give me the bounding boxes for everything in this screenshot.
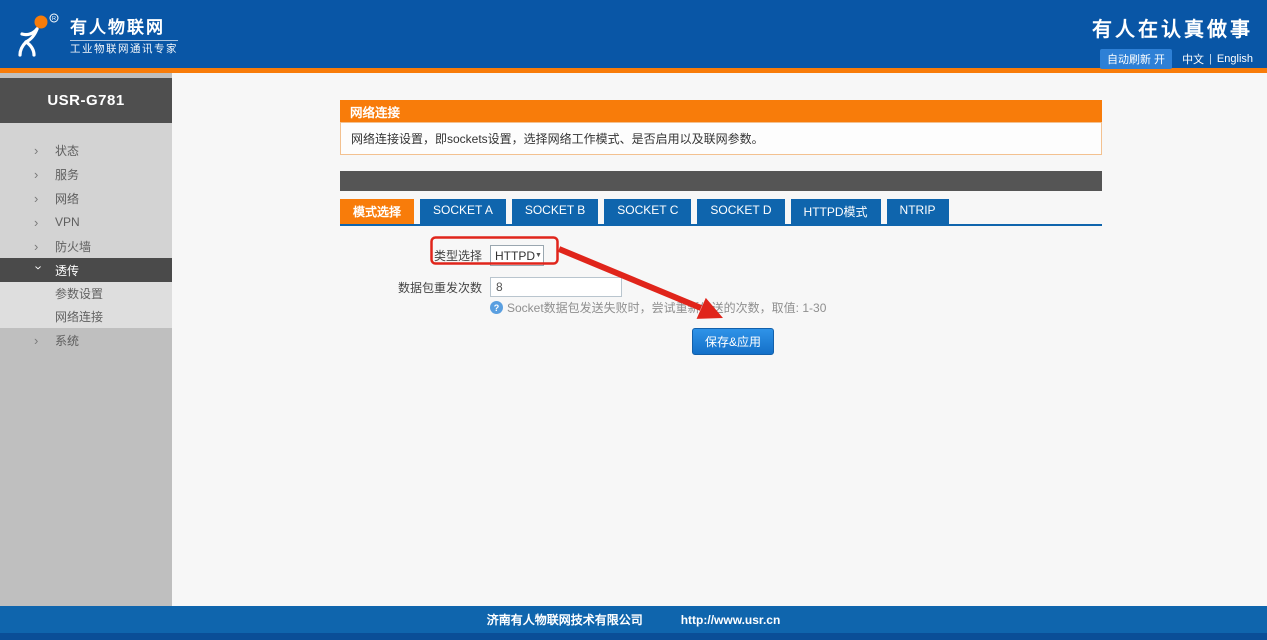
- sidebar-item-firewall[interactable]: › 防火墙: [0, 234, 172, 258]
- sidebar-item-services[interactable]: › 服务: [0, 162, 172, 186]
- tab-httpd-mode[interactable]: HTTPD模式: [791, 199, 881, 224]
- retry-count-label: 数据包重发次数: [340, 279, 482, 296]
- brand-logo-icon: R: [12, 12, 62, 62]
- device-name: USR-G781: [0, 78, 172, 123]
- brand-tagline: 工业物联网通讯专家: [70, 44, 178, 55]
- sidebar-item-label: 服务: [55, 166, 79, 183]
- sidebar-item-network[interactable]: › 网络: [0, 186, 172, 210]
- lang-chinese-link[interactable]: 中文: [1182, 51, 1204, 67]
- sidebar-item-label: 防火墙: [55, 238, 91, 255]
- footer-url: http://www.usr.cn: [681, 613, 781, 627]
- chevron-right-icon: ›: [34, 191, 44, 206]
- sidebar-item-label: 系统: [55, 332, 79, 349]
- help-icon: ?: [490, 301, 503, 314]
- tab-socket-a[interactable]: SOCKET A: [420, 199, 506, 224]
- sidebar-item-label: 透传: [55, 262, 79, 279]
- chevron-right-icon: ›: [34, 333, 44, 348]
- lang-separator: |: [1209, 53, 1212, 65]
- sidebar-subitem-label: 参数设置: [55, 285, 103, 302]
- section-divider-bar: [340, 171, 1102, 191]
- tab-bar: 模式选择 SOCKET A SOCKET B SOCKET C SOCKET D…: [340, 199, 1102, 226]
- page-description: 网络连接设置，即sockets设置，选择网络工作模式、是否启用以及联网参数。: [340, 122, 1102, 155]
- auto-refresh-toggle[interactable]: 自动刷新 开: [1100, 49, 1172, 69]
- page-title: 网络连接: [340, 100, 1102, 122]
- sidebar-item-passthrough[interactable]: › 透传: [0, 258, 172, 282]
- sidebar-item-label: 网络: [55, 190, 79, 207]
- chevron-right-icon: ›: [34, 167, 44, 182]
- sidebar-item-vpn[interactable]: › VPN: [0, 210, 172, 234]
- tab-socket-c[interactable]: SOCKET C: [604, 199, 691, 224]
- sidebar-subitem-parameter-settings[interactable]: 参数设置: [0, 282, 172, 305]
- tab-ntrip[interactable]: NTRIP: [887, 199, 949, 224]
- chevron-right-icon: ›: [34, 239, 44, 254]
- tab-mode-select[interactable]: 模式选择: [340, 199, 414, 224]
- tab-socket-d[interactable]: SOCKET D: [697, 199, 784, 224]
- chevron-right-icon: ›: [34, 215, 44, 230]
- top-header: R 有人物联网 工业物联网通讯专家 有人在认真做事 自动刷新 开 中文 | En…: [0, 0, 1267, 68]
- footer: 济南有人物联网技术有限公司 http://www.usr.cn: [0, 606, 1267, 640]
- sidebar: USR-G781 › 状态 › 服务 › 网络 › VPN › 防火墙: [0, 73, 172, 606]
- lang-english-link[interactable]: English: [1217, 53, 1253, 65]
- svg-text:R: R: [52, 16, 56, 22]
- dropdown-arrow-icon: ▼: [535, 252, 542, 259]
- header-slogan: 有人在认真做事: [1092, 13, 1253, 42]
- type-select-label: 类型选择: [340, 247, 482, 264]
- brand-name: 有人物联网: [70, 19, 178, 36]
- sidebar-item-status[interactable]: › 状态: [0, 138, 172, 162]
- chevron-down-icon: ›: [32, 265, 47, 275]
- retry-count-hint: Socket数据包发送失败时，尝试重新发送的次数，取值: 1-30: [507, 299, 826, 316]
- sidebar-menu: › 状态 › 服务 › 网络 › VPN › 防火墙 › 透传: [0, 123, 172, 328]
- retry-count-input[interactable]: [490, 277, 622, 297]
- type-select-value: HTTPD: [495, 249, 535, 263]
- brand-divider: [70, 40, 178, 41]
- type-select-dropdown[interactable]: HTTPD ▼: [490, 245, 544, 266]
- sidebar-subitem-label: 网络连接: [55, 308, 103, 325]
- sidebar-item-label: 状态: [55, 142, 79, 159]
- save-apply-button[interactable]: 保存&应用: [692, 328, 774, 355]
- sidebar-item-label: VPN: [55, 215, 80, 229]
- footer-company: 济南有人物联网技术有限公司: [487, 611, 643, 628]
- main-content: 网络连接 网络连接设置，即sockets设置，选择网络工作模式、是否启用以及联网…: [172, 73, 1267, 606]
- sidebar-subitem-network-connection[interactable]: 网络连接: [0, 305, 172, 328]
- chevron-right-icon: ›: [34, 143, 44, 158]
- sidebar-item-system[interactable]: › 系统: [0, 328, 172, 352]
- tab-socket-b[interactable]: SOCKET B: [512, 199, 598, 224]
- brand: R 有人物联网 工业物联网通讯专家: [12, 0, 178, 68]
